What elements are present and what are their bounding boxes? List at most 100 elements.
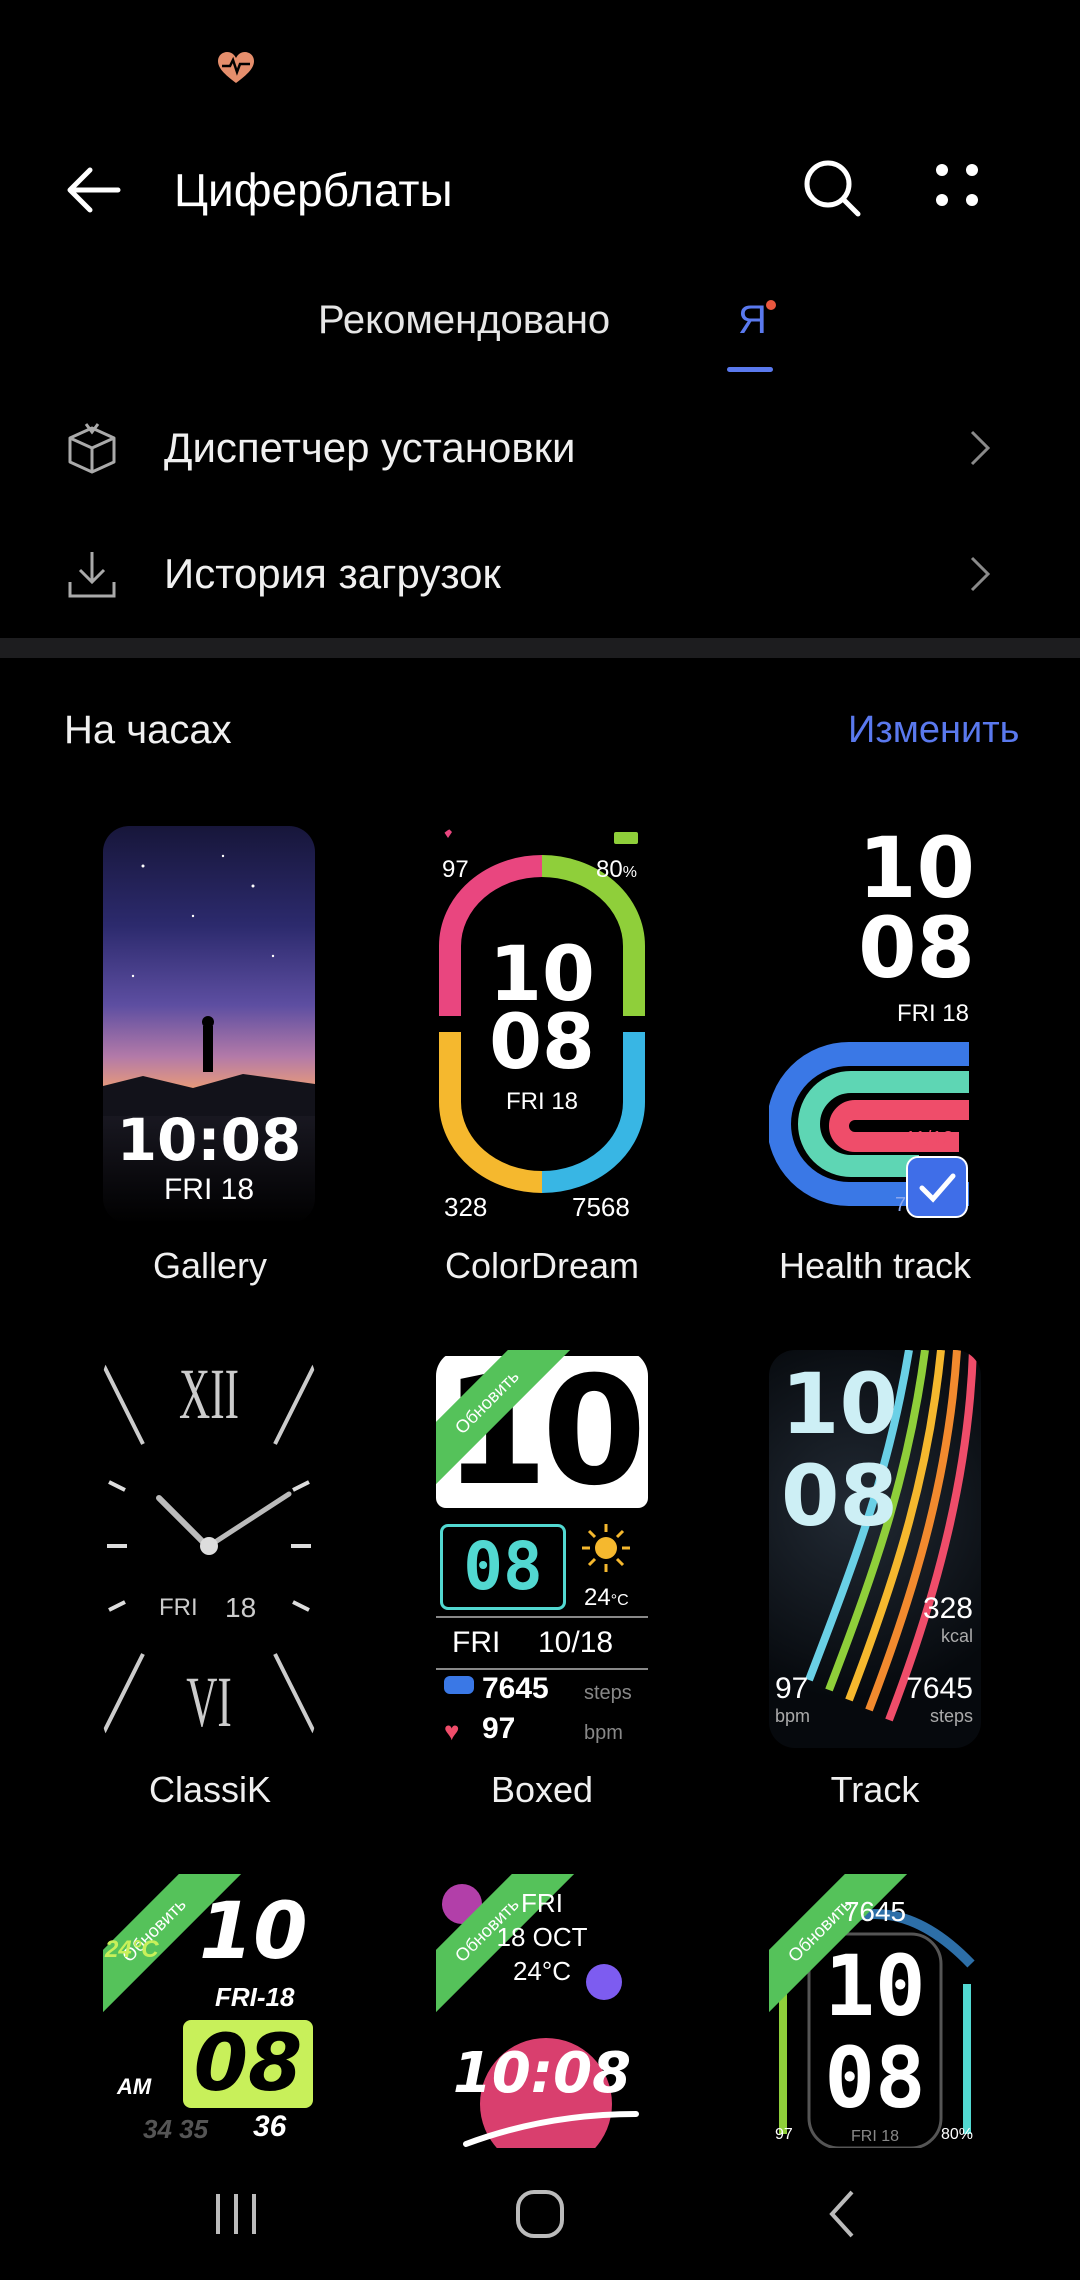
face-minute: 08 xyxy=(824,2029,926,2127)
face-ticks: 34 35 xyxy=(143,2114,209,2144)
face-date: FRI 18 xyxy=(896,1000,969,1027)
face-numeral-bottom: VI xyxy=(186,1662,232,1742)
face-date: FRI 18 xyxy=(163,1173,255,1206)
heart-icon: ♥ xyxy=(444,1716,460,1746)
home-icon xyxy=(516,2190,564,2238)
tab-recommended[interactable]: Рекомендовано xyxy=(318,292,610,348)
edit-button[interactable]: Изменить xyxy=(848,702,1019,758)
face-temp-unit: °C xyxy=(610,1592,629,1609)
package-icon xyxy=(64,420,120,476)
download-icon xyxy=(64,546,120,602)
search-button[interactable] xyxy=(800,156,864,220)
system-nav-bar xyxy=(0,2148,1080,2280)
chevron-right-icon xyxy=(966,426,994,470)
face-name: ColorDream xyxy=(444,1245,640,1286)
face-time: 10:08 xyxy=(452,2041,632,2106)
arrow-left-icon xyxy=(67,167,121,213)
face-day: FRI xyxy=(521,1888,563,1918)
watch-face-gallery[interactable]: 10:08 FRI 18 xyxy=(103,826,315,1224)
list-item-install-manager[interactable]: Диспетчер установки xyxy=(0,388,1080,508)
face-steps-unit: steps xyxy=(929,1706,973,1726)
section-title: На часах xyxy=(64,708,232,752)
face-heart-rate: 97 xyxy=(442,856,469,883)
face-date: 18 xyxy=(225,1592,257,1623)
watch-face-colordream[interactable]: 97 80% 10 08 FRI 18 328 7568 xyxy=(436,826,648,1224)
recent-apps-button[interactable] xyxy=(196,2178,276,2248)
face-day: FRI xyxy=(159,1594,198,1621)
face-hour: 10 xyxy=(781,1355,898,1453)
more-options-button[interactable] xyxy=(930,158,984,218)
face-minute: 08 xyxy=(489,997,595,1086)
page-title: Циферблаты xyxy=(174,164,453,216)
checkmark-icon xyxy=(919,1173,956,1203)
system-back-button[interactable] xyxy=(802,2178,882,2248)
face-date: 18 OCT xyxy=(496,1922,588,1952)
face-kcal-unit: kcal xyxy=(940,1626,973,1646)
face-date: FRI 18 xyxy=(505,1088,579,1115)
face-minute: 08 xyxy=(440,1524,566,1610)
face-steps-unit: steps xyxy=(584,1682,632,1704)
face-bpm: 97 xyxy=(482,1712,516,1745)
watch-face-sport[interactable]: Обновить 10 24°C FRI-18 08 AM 34 35 36 xyxy=(103,1874,315,2148)
face-name: ClassiK xyxy=(148,1769,272,1810)
list-item-label: История загрузок xyxy=(164,550,501,597)
search-icon xyxy=(804,160,861,217)
face-minute: 08 xyxy=(183,2020,313,2108)
face-battery: 80% xyxy=(596,856,637,884)
watch-face-digital-gauges[interactable]: Обновить 7645 10 08 97 FRI 18 80% xyxy=(769,1874,981,2148)
recent-apps-icon xyxy=(216,2194,256,2234)
list-item-download-history[interactable]: История загрузок xyxy=(0,514,1080,634)
back-button[interactable] xyxy=(62,158,126,222)
face-steps: 7568 xyxy=(572,1192,630,1222)
home-button[interactable] xyxy=(500,2178,580,2248)
shoe-icon xyxy=(444,1676,474,1694)
divider xyxy=(436,1616,648,1618)
watch-face-boxed[interactable]: 10 Обновить 08 24°C FRI 10/18 7645 steps… xyxy=(436,1350,648,1748)
face-date: 10/18 xyxy=(538,1626,614,1659)
sun-icon xyxy=(582,1524,630,1572)
face-battery-value: 80 xyxy=(941,2126,959,2143)
face-hour: 10 xyxy=(824,1937,926,2035)
face-temp: 24°C xyxy=(105,1936,159,1963)
face-steps: 7645 xyxy=(906,1672,973,1705)
face-minute: 08 xyxy=(781,1447,898,1545)
face-minute: 08 xyxy=(858,899,975,997)
watch-face-bubbles[interactable]: Обновить FRI 18 OCT 24°C 10:08 xyxy=(436,1874,648,2148)
chevron-left-icon xyxy=(829,2190,854,2238)
four-dots-icon xyxy=(936,164,978,206)
face-kcal: 328 xyxy=(444,1192,488,1222)
face-date: FRI-18 xyxy=(215,1982,295,2012)
active-tab-indicator xyxy=(727,367,773,372)
list-item-label: Диспетчер установки xyxy=(164,424,576,471)
divider xyxy=(436,1668,648,1670)
face-battery-unit: % xyxy=(958,2126,974,2143)
face-kcal: 328 xyxy=(922,1592,973,1625)
face-name: Boxed xyxy=(490,1769,594,1810)
face-temp-value: 24 xyxy=(584,1584,611,1611)
watch-face-classik[interactable]: XII FRI 18 VI xyxy=(103,1350,315,1748)
face-stat-1: 11/12 xyxy=(905,1128,954,1150)
chevron-right-icon xyxy=(966,552,994,596)
face-bpm-unit: bpm xyxy=(584,1722,623,1744)
face-temp: 24°C xyxy=(512,1956,572,1986)
notification-dot xyxy=(766,300,776,310)
face-hour: 10 xyxy=(199,1887,308,1977)
face-name: Gallery xyxy=(152,1245,268,1286)
face-battery-unit: % xyxy=(622,864,637,881)
face-steps: 7645 xyxy=(482,1672,549,1705)
selected-check-badge xyxy=(906,1156,968,1218)
face-battery: 80% xyxy=(941,2126,973,2144)
face-time: 10:08 xyxy=(116,1106,302,1174)
face-day: FRI xyxy=(452,1626,501,1659)
tab-me[interactable]: Я xyxy=(738,292,767,348)
face-hour: 10 xyxy=(858,826,975,917)
face-battery-value: 80 xyxy=(596,856,623,883)
face-ampm: AM xyxy=(117,2074,152,2099)
health-app-status-icon xyxy=(216,50,256,86)
face-numeral-top: XII xyxy=(179,1354,239,1434)
watch-face-track[interactable]: 10 08 328 kcal 97 bpm 7645 steps xyxy=(769,1350,981,1748)
face-steps: 7645 xyxy=(843,1896,907,1927)
face-temp: 24°C xyxy=(584,1584,629,1612)
face-name: Health track xyxy=(778,1245,972,1286)
face-seconds: 36 xyxy=(253,2110,287,2143)
